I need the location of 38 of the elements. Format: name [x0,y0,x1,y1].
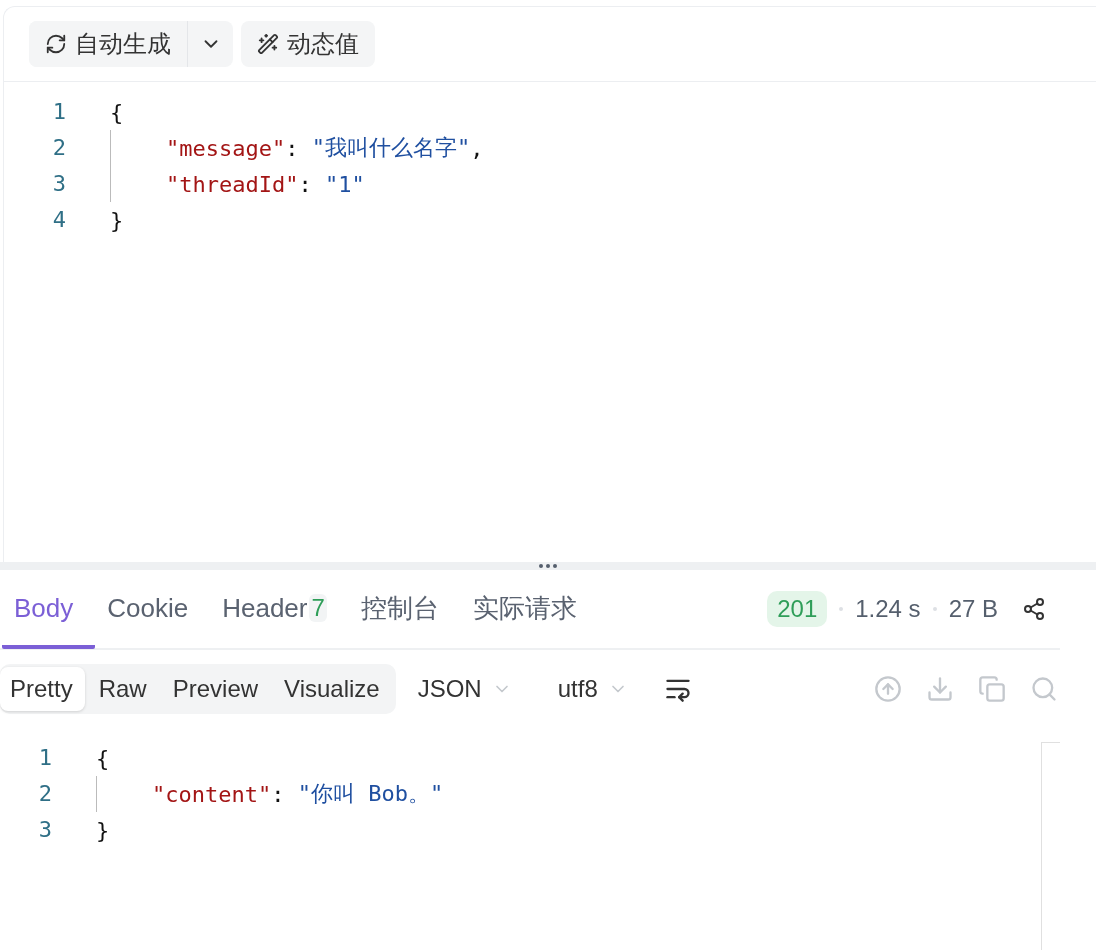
search-icon[interactable] [1030,675,1058,703]
response-size: 27 B [948,595,998,623]
line-number: 4 [51,206,66,234]
download-icon[interactable] [926,675,954,703]
share-icon[interactable] [1022,597,1046,621]
response-tab[interactable]: Cookie [95,571,211,649]
view-mode-option[interactable]: Raw [88,667,159,711]
response-tab[interactable]: Header 7 [210,571,349,649]
code-line: "threadId": "1" [66,166,1096,202]
response-tab[interactable]: 实际请求 [460,571,599,649]
code-line: } [109,206,125,235]
view-mode-option[interactable]: Pretty [0,667,85,711]
line-number: 3 [51,170,66,198]
response-tab[interactable]: 控制台 [348,571,461,649]
status-code-badge: 201 [767,591,828,627]
line-number: 2 [37,780,52,808]
response-time: 1.24 s [855,595,921,623]
code-line: { [95,744,111,773]
encoding-dropdown[interactable]: utf8 [545,675,640,703]
code-line: "content": "你叫 Bob。" [52,776,1041,812]
line-number: 3 [37,816,52,844]
line-number: 1 [51,98,66,126]
refresh-icon [45,33,67,55]
view-mode-option[interactable]: Visualize [274,667,392,711]
upload-icon[interactable] [874,675,902,703]
copy-icon[interactable] [978,675,1006,703]
format-dropdown[interactable]: JSON [405,675,524,703]
count-badge: 7 [309,594,327,622]
response-tab[interactable]: Body [2,571,96,649]
code-line: "message": "我叫什么名字", [66,130,1096,166]
code-line: } [95,816,111,845]
resize-handle[interactable] [0,562,1096,570]
magic-wand-icon [257,33,279,55]
line-number: 1 [37,744,52,772]
code-line: { [109,98,125,127]
line-number: 2 [51,134,66,162]
view-mode-option[interactable]: Preview [162,667,271,711]
dynamic-value-button[interactable]: 动态值 [241,21,375,67]
